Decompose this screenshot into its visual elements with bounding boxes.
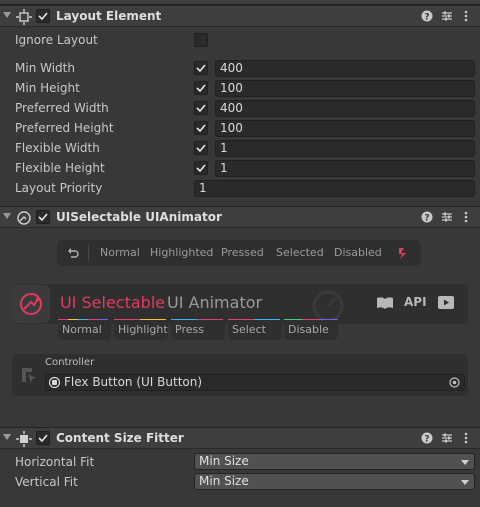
toolbar-divider <box>88 245 89 261</box>
target-icon[interactable] <box>449 377 460 388</box>
min-width-checkbox[interactable] <box>194 61 208 75</box>
controller-icon <box>22 368 36 383</box>
vertical-fit-dropdown[interactable]: Min Size <box>194 473 475 490</box>
layout-priority-field[interactable]: 1 <box>194 180 475 197</box>
tab-normal[interactable]: Normal <box>58 320 111 340</box>
state-disabled[interactable]: Disabled <box>334 246 382 259</box>
preferred-height-field[interactable]: 100 <box>215 120 475 137</box>
doozy-logo-icon <box>399 248 406 259</box>
tab-disable[interactable]: Disable <box>284 320 338 340</box>
enabled-checkbox[interactable] <box>36 210 50 224</box>
state-pressed[interactable]: Pressed <box>221 246 264 259</box>
video-icon[interactable] <box>438 296 454 309</box>
min-width-label: Min Width <box>15 61 75 75</box>
controller-label: Controller <box>45 357 95 368</box>
banner-subtitle: UI Animator <box>167 293 263 312</box>
help-icon[interactable]: ? <box>420 10 434 24</box>
selectable-logo-icon <box>20 293 42 315</box>
button-component-icon <box>49 377 60 388</box>
enabled-checkbox[interactable] <box>36 431 50 445</box>
svg-text:?: ? <box>424 213 429 223</box>
help-icon[interactable]: ? <box>420 211 434 225</box>
controller-value: Flex Button (UI Button) <box>64 375 203 389</box>
layout-priority-label: Layout Priority <box>15 181 103 195</box>
vertical-fit-label: Vertical Fit <box>15 475 78 489</box>
tab-press[interactable]: Press <box>171 320 225 340</box>
layout-element-icon <box>16 9 32 25</box>
ignore-layout-checkbox[interactable] <box>194 33 208 47</box>
vertical-fit-value: Min Size <box>199 474 249 488</box>
flexible-height-field[interactable]: 1 <box>215 160 475 177</box>
tab-select[interactable]: Select <box>228 320 282 340</box>
min-width-field[interactable]: 400 <box>215 60 475 77</box>
presets-icon[interactable] <box>440 10 454 24</box>
presets-icon[interactable] <box>440 211 454 225</box>
controller-object-field[interactable]: Flex Button (UI Button) <box>45 374 465 391</box>
preferred-height-checkbox[interactable] <box>194 121 208 135</box>
fold-arrow-icon[interactable] <box>3 213 11 219</box>
component-title: Layout Element <box>56 9 162 23</box>
state-normal[interactable]: Normal <box>100 246 140 259</box>
preferred-width-field[interactable]: 400 <box>215 100 475 117</box>
kebab-menu-icon[interactable] <box>459 10 473 24</box>
svg-text:?: ? <box>424 434 429 444</box>
chevron-down-icon <box>461 480 469 485</box>
fold-arrow-icon[interactable] <box>3 12 11 18</box>
kebab-menu-icon[interactable] <box>459 211 473 225</box>
ignore-layout-label: Ignore Layout <box>15 33 98 47</box>
flexible-width-label: Flexible Width <box>15 141 100 155</box>
svg-text:?: ? <box>424 12 429 22</box>
enabled-checkbox[interactable] <box>36 9 50 23</box>
undo-icon[interactable] <box>67 247 79 259</box>
horizontal-fit-label: Horizontal Fit <box>15 455 95 469</box>
flexible-width-checkbox[interactable] <box>194 141 208 155</box>
book-icon[interactable] <box>376 296 394 310</box>
help-icon[interactable]: ? <box>420 432 434 446</box>
horizontal-fit-value: Min Size <box>199 454 249 468</box>
flexible-height-checkbox[interactable] <box>194 161 208 175</box>
state-highlighted[interactable]: Highlighted <box>150 246 213 259</box>
preferred-width-label: Preferred Width <box>15 101 109 115</box>
content-size-fitter-icon <box>16 431 32 447</box>
banner-title: UI Selectable <box>60 293 166 312</box>
preferred-width-checkbox[interactable] <box>194 101 208 115</box>
api-button[interactable]: API <box>404 295 427 309</box>
flexible-height-label: Flexible Height <box>15 161 105 175</box>
min-height-label: Min Height <box>15 81 80 95</box>
tab-highlight[interactable]: Highlight <box>114 320 168 340</box>
min-height-checkbox[interactable] <box>194 81 208 95</box>
flexible-width-field[interactable]: 1 <box>215 140 475 157</box>
presets-icon[interactable] <box>440 432 454 446</box>
state-selected[interactable]: Selected <box>276 246 324 259</box>
content-size-fitter-header[interactable]: Content Size Fitter ? <box>0 427 480 449</box>
fold-arrow-icon[interactable] <box>3 434 11 440</box>
animator-icon <box>17 211 31 225</box>
layout-element-header[interactable]: Layout Element ? <box>0 5 480 27</box>
horizontal-fit-dropdown[interactable]: Min Size <box>194 453 475 470</box>
component-title: Content Size Fitter <box>56 431 184 445</box>
kebab-menu-icon[interactable] <box>459 432 473 446</box>
component-title: UISelectable UIAnimator <box>56 210 222 224</box>
ui-selectable-logo <box>12 285 50 323</box>
min-height-field[interactable]: 100 <box>215 80 475 97</box>
state-toolbar: Normal Highlighted Pressed Selected Disa… <box>57 240 421 266</box>
chevron-down-icon <box>461 460 469 465</box>
preferred-height-label: Preferred Height <box>15 121 114 135</box>
ui-animator-header[interactable]: UISelectable UIAnimator ? <box>0 206 480 228</box>
animator-banner: UI Selectable UI Animator API <box>12 284 468 324</box>
